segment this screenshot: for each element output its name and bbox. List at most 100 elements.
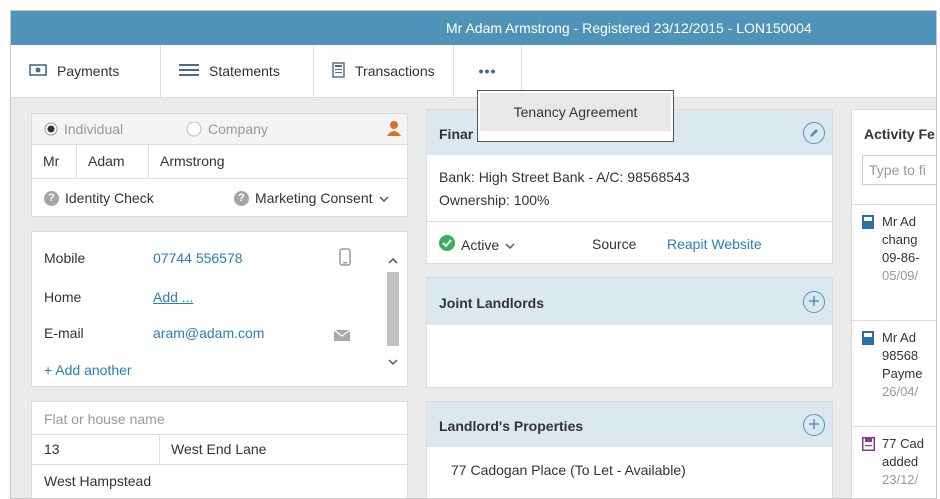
company-label: Company [208,121,268,137]
financial-title: Finar [439,126,474,142]
menu-item-tenancy-agreement[interactable]: Tenancy Agreement [480,93,671,131]
activity-line: Mr Ad [882,330,916,345]
pencil-icon [809,125,819,141]
home-label: Home [44,289,82,305]
phones-card: Mobile 07744 556578 Home Add ... E-mail … [31,231,408,387]
add-joint-landlord-button[interactable] [803,291,825,313]
activity-line: 09-86- [882,250,920,265]
transactions-label: Transactions [355,63,435,79]
house-name-field[interactable]: Flat or house name [32,402,407,434]
email-label: E-mail [44,325,84,341]
activity-date: 23/12/ [882,472,919,487]
activity-line: 77 Cad [882,436,924,451]
activity-entry[interactable]: 77 Cad added 23/12/ [852,426,936,498]
activity-date: 26/04/ [882,384,919,399]
home-row: Home Add ... [32,289,407,313]
home-add-link[interactable]: Add ... [153,289,193,305]
list-icon [179,63,199,80]
plus-icon [808,417,820,433]
contact-card: Individual Company Mr Adam Armstrong ? Id… [31,113,408,217]
properties-header: Landlord's Properties [427,402,832,447]
house-number-field[interactable]: 13 [32,435,160,464]
activity-line: chang [882,232,918,247]
first-name-field[interactable]: Adam [76,145,149,178]
ownership: Ownership: 100% [439,192,550,208]
company-radio[interactable] [186,121,202,141]
envelope-icon[interactable] [333,328,351,344]
phones-scrollbar[interactable] [385,252,401,370]
help-icon: ? [44,190,59,206]
statements-button[interactable]: Statements [161,45,314,97]
contact-type-row: Individual Company [32,114,407,144]
plus-icon [808,294,820,310]
activity-line: 98568 [882,348,919,363]
toolbar: Payments Statements Transactions ••• [11,45,936,98]
bank-details: Bank: High Street Bank - A/C: 98568543 [439,169,690,185]
title-bar: Mr Adam Armstrong - Registered 23/12/201… [11,11,936,45]
payments-label: Payments [57,63,120,79]
add-another-link[interactable]: + Add another [44,362,132,378]
mobile-phone-icon[interactable] [339,248,351,269]
activity-feed: Activity Fe Type to fi Mr Ad chang 09-86… [851,109,936,498]
source-value[interactable]: Reapit Website [667,236,762,252]
activity-line: Mr Ad [882,214,916,229]
scroll-thumb[interactable] [387,272,399,346]
add-property-button[interactable] [803,414,825,436]
book-icon [862,331,874,348]
activity-entry[interactable]: Mr Ad 98568 Payme 26/04/ [852,320,936,420]
last-name-field[interactable]: Armstrong [160,153,225,169]
payments-icon [29,63,47,80]
joint-landlords-header: Joint Landlords [427,278,832,325]
edit-button[interactable] [803,122,825,144]
consent-row: ? Identity Check ? Marketing Consent [32,178,407,216]
properties-title: Landlord's Properties [439,418,584,434]
more-dropdown-menu: Tenancy Agreement [477,90,674,142]
activity-line: Payme [882,366,923,381]
statements-label: Statements [209,63,280,79]
email-row: E-mail aram@adam.com [32,325,407,349]
mobile-label: Mobile [44,250,86,266]
joint-landlords-title: Joint Landlords [439,295,544,311]
payments-button[interactable]: Payments [11,45,161,97]
activity-header: Activity Fe [852,110,936,155]
more-icon: ••• [478,63,497,79]
area-row: West Hampstead [32,464,407,494]
status-row: Active Source Reapit Website [427,221,832,263]
activity-title: Activity Fe [864,126,935,142]
identity-check[interactable]: ? Identity Check [44,190,154,206]
save-icon [862,437,875,454]
help-icon: ? [234,190,249,206]
chevron-down-icon [505,237,515,253]
marketing-consent-dropdown[interactable]: ? Marketing Consent [234,190,389,206]
activity-entry[interactable]: Mr Ad chang 09-86- 05/09/ [852,204,936,308]
area-field[interactable]: West Hampstead [44,473,151,489]
joint-landlords-card: Joint Landlords [426,277,833,388]
property-item[interactable]: 77 Cadogan Place (To Let - Available) [439,462,844,478]
mobile-row: Mobile 07744 556578 [32,248,407,274]
page-title: Mr Adam Armstrong - Registered 23/12/201… [446,20,812,36]
individual-radio[interactable] [44,122,58,139]
email-value[interactable]: aram@adam.com [153,325,264,341]
status-dropdown[interactable]: Active [439,235,515,254]
chevron-down-icon [378,190,389,206]
address-card: Flat or house name 13 West End Lane West… [31,401,408,498]
check-circle-icon [439,235,455,254]
activity-line: added [882,454,919,469]
transactions-button[interactable]: Transactions [314,45,454,97]
street-row: 13 West End Lane [32,434,407,464]
book-icon [862,215,874,232]
add-another-row: + Add another [32,362,407,384]
title-field[interactable]: Mr [32,145,77,178]
individual-label: Individual [64,121,124,137]
activity-filter-input[interactable]: Type to fi [862,155,936,185]
landlord-properties-card: Landlord's Properties 77 Cadogan Place (… [426,401,833,498]
document-icon [332,61,345,81]
activity-date: 05/09/ [882,268,919,283]
scroll-down-icon[interactable] [385,354,401,370]
person-icon [386,120,402,139]
app-window: Mr Adam Armstrong - Registered 23/12/201… [10,10,937,499]
scroll-up-icon[interactable] [385,252,401,268]
street-field[interactable]: West End Lane [171,441,266,457]
name-row: Mr Adam Armstrong [32,144,407,178]
mobile-value[interactable]: 07744 556578 [153,250,243,266]
